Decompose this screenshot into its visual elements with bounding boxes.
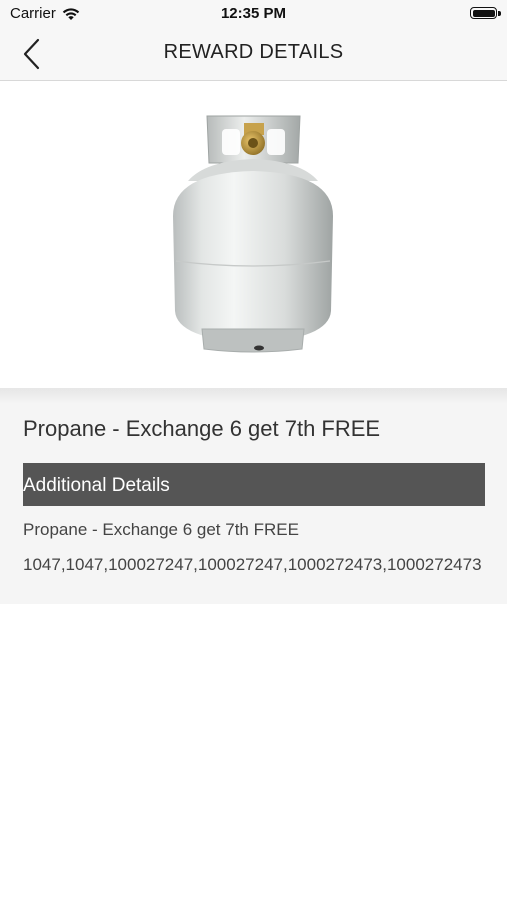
image-divider bbox=[0, 388, 507, 404]
navigation-bar: REWARD DETAILS bbox=[0, 28, 507, 81]
page-title: REWARD DETAILS bbox=[163, 41, 344, 63]
reward-description: Propane - Exchange 6 get 7th FREE bbox=[23, 520, 299, 539]
propane-tank-image bbox=[173, 115, 333, 353]
battery-icon bbox=[470, 7, 497, 19]
status-bar: Carrier 12:35 PM bbox=[0, 0, 507, 28]
battery-tip bbox=[498, 11, 501, 16]
reward-codes: 1047,1047,100027247,100027247,1000272473… bbox=[23, 555, 482, 574]
reward-title: Propane - Exchange 6 get 7th FREE bbox=[23, 416, 381, 441]
additional-details-header: Additional Details bbox=[23, 463, 485, 506]
status-time: 12:35 PM bbox=[220, 5, 287, 22]
additional-details-label: Additional Details bbox=[23, 475, 170, 496]
reward-image bbox=[0, 81, 507, 388]
